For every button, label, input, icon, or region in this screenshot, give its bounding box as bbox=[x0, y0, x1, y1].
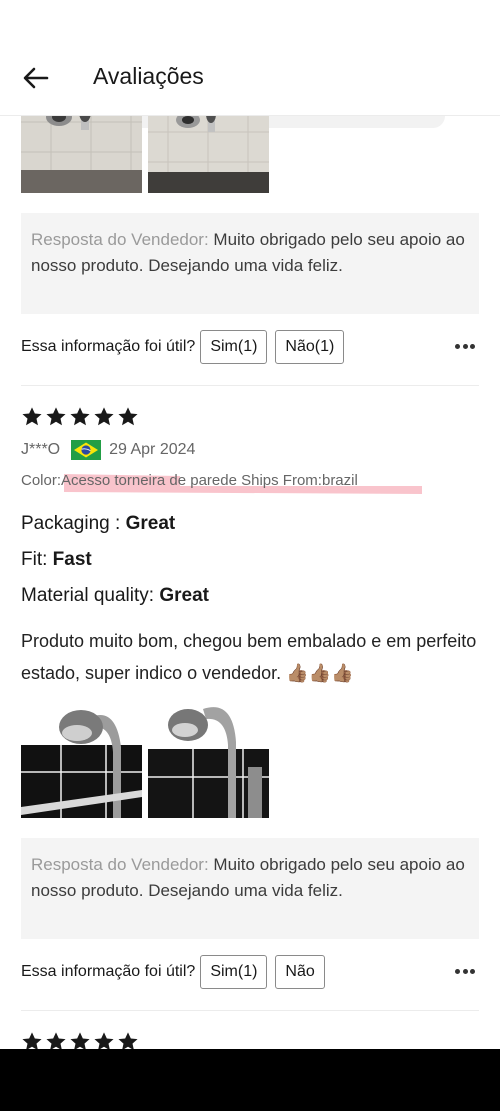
star-icon bbox=[22, 1032, 42, 1049]
arrow-left-icon bbox=[23, 67, 49, 89]
star-rating bbox=[21, 1031, 139, 1049]
helpful-question: Essa informação foi útil? bbox=[21, 338, 196, 355]
helpful-no-button[interactable]: Não(1) bbox=[275, 330, 345, 364]
attribute-fit: Fit: Fast bbox=[21, 549, 92, 570]
star-icon bbox=[70, 1032, 90, 1049]
page-title: Avaliações bbox=[93, 63, 204, 89]
star-icon bbox=[46, 1032, 66, 1049]
attribute-packaging: Packaging : Great bbox=[21, 513, 176, 534]
helpful-question: Essa informação foi útil? bbox=[21, 963, 196, 980]
review-photo[interactable] bbox=[21, 697, 142, 818]
system-navigation-bar bbox=[0, 1049, 500, 1111]
helpful-no-button[interactable]: Não bbox=[275, 955, 325, 989]
more-options-icon[interactable] bbox=[455, 338, 475, 354]
reviewer-meta: J***O 29 Apr 2024 bbox=[21, 440, 195, 460]
seller-reply: Resposta do Vendedor: Muito obrigado pel… bbox=[21, 213, 479, 314]
review-divider bbox=[21, 1010, 479, 1011]
star-icon bbox=[118, 1032, 138, 1049]
reviewer-name: J***O bbox=[21, 441, 61, 458]
review-photo[interactable] bbox=[21, 116, 142, 193]
review-divider bbox=[21, 385, 479, 386]
star-rating bbox=[21, 406, 139, 428]
seller-reply: Resposta do Vendedor: Muito obrigado pel… bbox=[21, 838, 479, 939]
attribute-material-quality: Material quality: Great bbox=[21, 585, 209, 606]
star-icon bbox=[22, 407, 42, 426]
star-icon bbox=[118, 407, 138, 426]
star-icon bbox=[46, 407, 66, 426]
star-icon bbox=[70, 407, 90, 426]
reviews-list[interactable]: Resposta do Vendedor: Muito obrigado pel… bbox=[0, 116, 500, 1049]
product-variant: Color:Acesso torneira de parede Ships Fr… bbox=[21, 472, 358, 489]
helpful-row: Essa informação foi útil? Sim(1) Não(1) bbox=[21, 330, 479, 364]
top-app-bar: Avaliações bbox=[0, 0, 500, 116]
star-icon bbox=[94, 407, 114, 426]
review-date: 29 Apr 2024 bbox=[109, 441, 196, 458]
more-options-icon[interactable] bbox=[455, 963, 475, 979]
review-photo[interactable] bbox=[148, 116, 269, 193]
helpful-yes-button[interactable]: Sim(1) bbox=[200, 955, 268, 989]
brazil-flag-icon bbox=[71, 440, 102, 460]
helpful-yes-button[interactable]: Sim(1) bbox=[200, 330, 268, 364]
review-text: Produto muito bom, chegou bem embalado e… bbox=[21, 631, 477, 683]
star-icon bbox=[94, 1032, 114, 1049]
review-photo[interactable] bbox=[148, 697, 269, 818]
helpful-row: Essa informação foi útil? Sim(1) Não bbox=[21, 955, 479, 989]
seller-reply-label: Resposta do Vendedor: bbox=[31, 855, 209, 874]
back-button[interactable] bbox=[18, 60, 54, 96]
seller-reply-label: Resposta do Vendedor: bbox=[31, 230, 209, 249]
